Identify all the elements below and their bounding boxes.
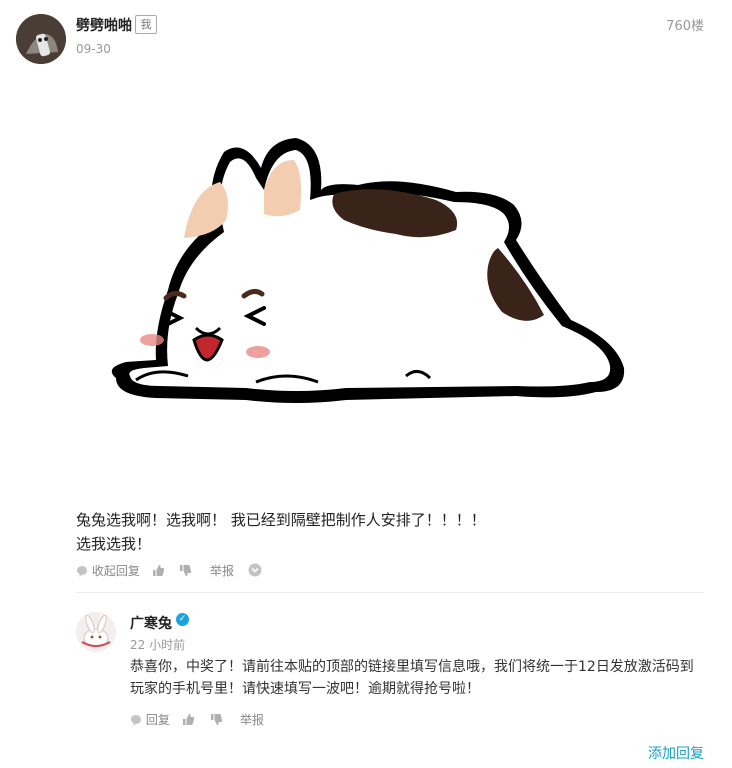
post-image-bunny[interactable] bbox=[96, 130, 636, 420]
comment-icon bbox=[77, 566, 87, 577]
reply-text-line-1: 恭喜你，中奖了！请前往本贴的顶部的链接里填写信息哦，我们将统一于12日发放激活码… bbox=[130, 659, 694, 675]
post-author-name[interactable]: 劈劈啪啪 bbox=[76, 15, 132, 35]
reply-text-line-2: 玩家的手机号里！请快速填写一波吧！逾期就得抢号啦！ bbox=[130, 681, 480, 697]
post-body: 兔兔选我啊！选我啊！ 我已经到隔壁把制作人安排了！！！！ 选我选我！ bbox=[76, 508, 676, 556]
reply-like-button[interactable] bbox=[182, 711, 195, 729]
reply-button[interactable]: 回复 bbox=[130, 711, 170, 729]
reply-body: 恭喜你，中奖了！请前往本贴的顶部的链接里填写信息哦，我们将统一于12日发放激活码… bbox=[130, 656, 705, 700]
reply-author-name[interactable]: 广寒兔 bbox=[130, 613, 172, 633]
collapse-reply-button[interactable]: 收起回复 bbox=[76, 562, 140, 580]
more-options-button[interactable] bbox=[248, 562, 262, 580]
reply-time: 22 小时前 bbox=[130, 638, 186, 652]
reply-avatar-picture bbox=[76, 612, 116, 652]
post-text-line-1: 兔兔选我啊！选我啊！ 我已经到隔壁把制作人安排了！！！！ bbox=[76, 511, 486, 529]
report-button[interactable]: 举报 bbox=[210, 562, 234, 580]
reply-dislike-button[interactable] bbox=[210, 711, 223, 729]
post-date: 09-30 bbox=[76, 42, 111, 56]
reply-divider bbox=[76, 592, 704, 593]
chevron-down-circle-icon bbox=[248, 563, 262, 577]
reply-label: 回复 bbox=[145, 713, 170, 727]
reply-avatar[interactable] bbox=[76, 612, 116, 652]
thumbs-down-icon bbox=[180, 565, 192, 576]
bunny-illustration bbox=[111, 138, 625, 403]
user-avatar[interactable] bbox=[16, 14, 66, 64]
thumbs-down-icon bbox=[211, 714, 223, 725]
avatar-picture bbox=[16, 14, 66, 64]
thumbs-up-icon bbox=[183, 714, 195, 725]
post-text-line-2: 选我选我！ bbox=[76, 535, 152, 553]
comment-icon bbox=[131, 715, 141, 726]
verified-badge-icon: ✓ bbox=[176, 613, 189, 626]
thumbs-up-icon bbox=[153, 565, 165, 576]
reply-report-button[interactable]: 举报 bbox=[240, 711, 264, 729]
me-badge: 我 bbox=[135, 15, 157, 34]
dislike-button[interactable] bbox=[179, 562, 192, 580]
like-button[interactable] bbox=[152, 562, 165, 580]
floor-number: 760楼 bbox=[666, 19, 704, 34]
collapse-reply-label: 收起回复 bbox=[91, 564, 140, 578]
add-reply-link[interactable]: 添加回复 bbox=[648, 743, 704, 763]
